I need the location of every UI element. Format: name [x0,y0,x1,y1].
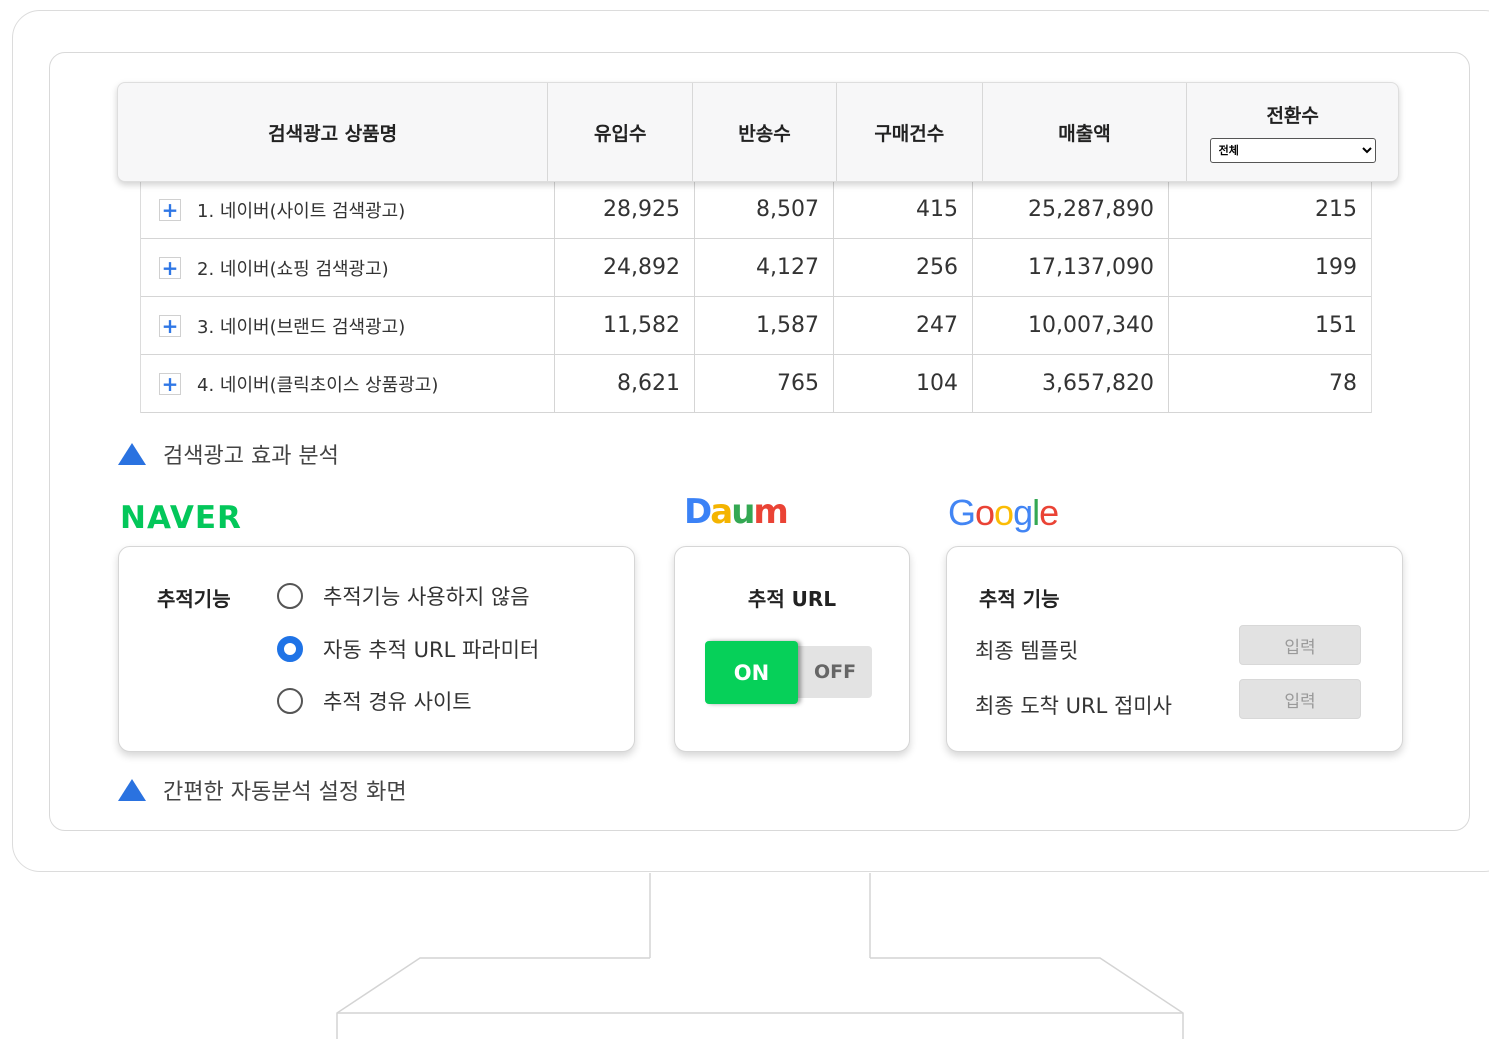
radio-button[interactable] [277,688,303,714]
daum-logo: Daum [684,492,789,532]
radio-option-disable[interactable]: 추적기능 사용하지 않음 [277,581,530,611]
cell-sales: 17,137,090 [973,239,1169,296]
conversion-filter-select[interactable]: 전체 [1209,138,1376,163]
daum-tracking-label: 추적 URL [747,587,837,611]
daum-tracking-card: 추적 URL ON OFF [674,546,910,752]
caption-settings: 간편한 자동분석 설정 화면 [118,774,407,806]
col-header-product: 검색광고 상품명 [118,83,549,181]
triangle-up-icon [118,443,146,465]
cell-inflow: 8,621 [555,355,695,412]
caption-analysis: 검색광고 효과 분석 [118,438,339,470]
col-header-purchases: 구매건수 [837,83,983,181]
product-name-label: 2. 네이버(쇼핑 검색광고) [197,258,389,280]
cell-sales: 10,007,340 [973,297,1169,354]
cell-inflow: 11,582 [555,297,695,354]
google-tracking-label: 추적 기능 [979,587,1060,611]
table-body: +1. 네이버(사이트 검색광고) 28,925 8,507 415 25,28… [140,181,1372,413]
col-header-conversions-label: 전환수 [1266,105,1319,127]
product-name-label: 4. 네이버(클릭초이스 상품광고) [197,374,439,396]
col-header-sales: 매출액 [983,83,1188,181]
cell-conversions: 78 [1329,371,1357,396]
plus-icon[interactable]: + [159,198,181,221]
tracking-url-toggle[interactable]: ON OFF [705,641,872,704]
naver-tracking-card: 추적기능 추적기능 사용하지 않음 자동 추적 URL 파라미터 추적 경유 사… [118,546,635,752]
final-template-label: 최종 템플릿 [975,639,1079,663]
plus-icon[interactable]: + [159,372,181,395]
radio-label: 자동 추적 URL 파라미터 [323,638,540,662]
radio-label: 추적 경유 사이트 [323,690,472,714]
cell-sales: 3,657,820 [973,355,1169,412]
cell-purchases: 247 [834,297,973,354]
cell-conversions: 151 [1315,313,1357,338]
table-header: 검색광고 상품명 유입수 반송수 구매건수 매출액 전환수 전체 [117,82,1399,182]
cell-inflow: 24,892 [555,239,695,296]
table-row: +1. 네이버(사이트 검색광고) 28,925 8,507 415 25,28… [141,181,1371,239]
cell-purchases: 415 [834,181,973,238]
product-name-label: 3. 네이버(브랜드 검색광고) [197,316,406,338]
cell-conversions: 199 [1315,255,1357,280]
col-header-bounce: 반송수 [693,83,837,181]
final-template-input-button[interactable]: 입력 [1239,625,1361,665]
cell-product-name: +3. 네이버(브랜드 검색광고) [141,297,555,354]
radio-label: 추적기능 사용하지 않음 [323,585,530,609]
cell-conversions: 215 [1315,197,1357,222]
cell-product-name: +2. 네이버(쇼핑 검색광고) [141,239,555,296]
final-url-suffix-input-button[interactable]: 입력 [1239,679,1361,719]
google-tracking-card: 추적 기능 최종 템플릿 입력 최종 도착 URL 접미사 입력 [946,546,1403,752]
radio-option-via-site[interactable]: 추적 경유 사이트 [277,686,472,716]
google-logo: Google [948,492,1059,533]
plus-icon[interactable]: + [159,256,181,279]
table-row: +3. 네이버(브랜드 검색광고) 11,582 1,587 247 10,00… [141,297,1371,355]
naver-tracking-label: 추적기능 [157,587,231,611]
cell-product-name: +4. 네이버(클릭초이스 상품광고) [141,355,555,412]
cell-purchases: 256 [834,239,973,296]
cell-bounce: 1,587 [695,297,834,354]
cell-bounce: 8,507 [695,181,834,238]
cell-bounce: 765 [695,355,834,412]
col-header-conversions: 전환수 전체 [1187,83,1398,181]
toggle-off-button[interactable]: OFF [798,646,872,698]
cell-purchases: 104 [834,355,973,412]
table-row: +2. 네이버(쇼핑 검색광고) 24,892 4,127 256 17,137… [141,239,1371,297]
cell-inflow: 28,925 [555,181,695,238]
col-header-inflow: 유입수 [548,83,694,181]
caption-analysis-text: 검색광고 효과 분석 [163,444,339,469]
toggle-on-button[interactable]: ON [705,641,798,704]
plus-icon[interactable]: + [159,314,181,337]
naver-logo: NAVER [120,500,242,536]
radio-button[interactable] [277,583,303,609]
radio-button-selected[interactable] [277,636,303,662]
triangle-up-icon [118,779,146,801]
cell-bounce: 4,127 [695,239,834,296]
cell-sales: 25,287,890 [973,181,1169,238]
final-url-suffix-label: 최종 도착 URL 접미사 [975,694,1172,718]
cell-product-name: +1. 네이버(사이트 검색광고) [141,181,555,238]
product-name-label: 1. 네이버(사이트 검색광고) [197,200,406,222]
radio-option-auto-param[interactable]: 자동 추적 URL 파라미터 [277,634,539,664]
table-row: +4. 네이버(클릭초이스 상품광고) 8,621 765 104 3,657,… [141,355,1371,413]
caption-settings-text: 간편한 자동분석 설정 화면 [163,780,407,805]
